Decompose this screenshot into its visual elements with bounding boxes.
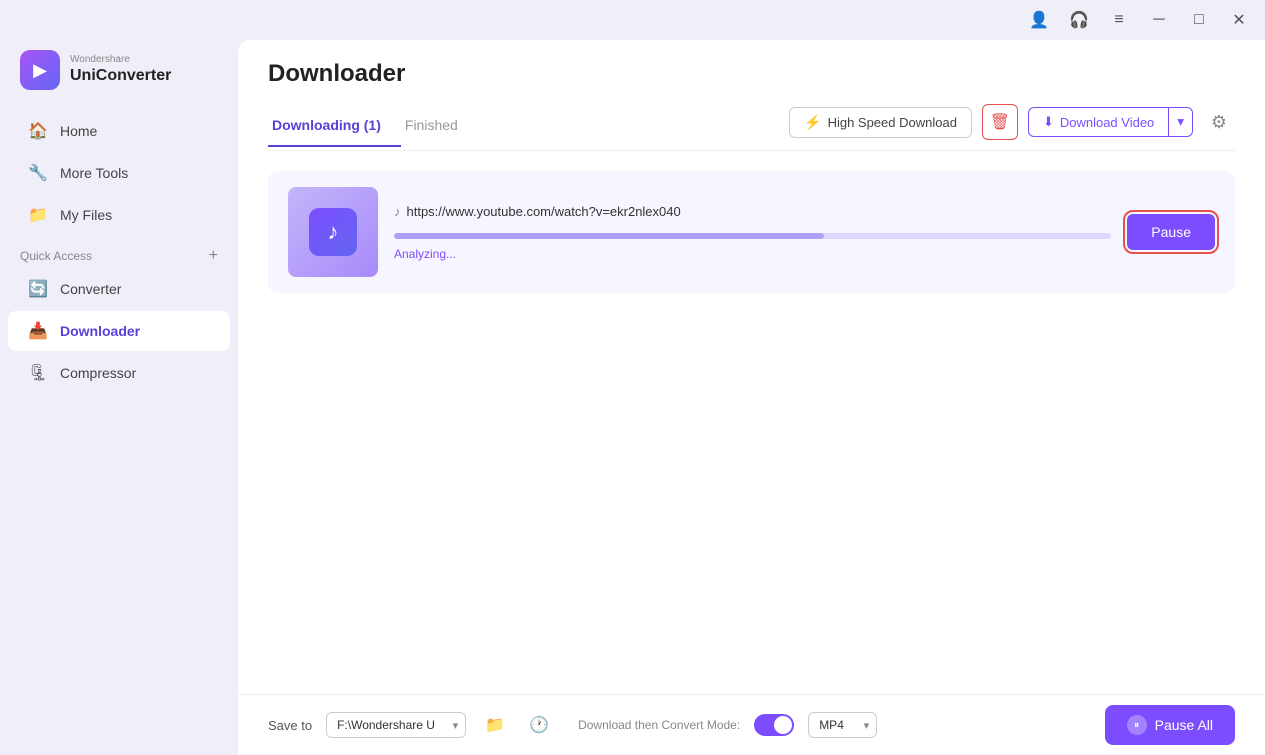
trash-icon: 🗑 (990, 112, 1010, 132)
app-logo-icon: ▶ (20, 50, 60, 90)
compressor-icon: 🗜 (28, 363, 48, 383)
history-button[interactable]: 🕐 (524, 710, 554, 740)
minimize-button[interactable]: ─ (1143, 4, 1175, 36)
download-video-button[interactable]: ⬇ Download Video (1028, 107, 1169, 137)
high-speed-download-button[interactable]: ⚡ High Speed Download (789, 107, 972, 138)
main-content: Downloader Downloading (1) Finished ⚡ Hi… (238, 40, 1265, 755)
sidebar-item-home[interactable]: 🏠 Home (8, 111, 230, 151)
toolbar-right: ⚡ High Speed Download 🗑 ⬇ Download Video… (789, 104, 1235, 150)
titlebar: 👤 🎧 ≡ ─ □ ✕ (0, 0, 1265, 40)
save-path-select[interactable]: F:\Wondershare U (326, 712, 466, 738)
sidebar-item-label: Downloader (60, 323, 140, 339)
clock-icon: 🕐 (529, 715, 549, 735)
table-row: ♪ ♪ https://www.youtube.com/watch?v=ekr2… (268, 171, 1235, 293)
settings-button[interactable]: ⚙ (1203, 106, 1235, 138)
music-note-icon: ♪ (394, 204, 401, 219)
sidebar-item-converter[interactable]: 🔄 Converter (8, 269, 230, 309)
sidebar-item-label: Home (60, 123, 97, 139)
pause-button[interactable]: Pause (1127, 214, 1215, 250)
format-select[interactable]: MP4 MP3 MKV AVI (808, 712, 877, 738)
progress-bar-bg (394, 233, 1111, 239)
home-icon: 🏠 (28, 121, 48, 141)
save-path-wrapper: F:\Wondershare U (326, 712, 466, 738)
profile-icon[interactable]: 👤 (1023, 4, 1055, 36)
tab-finished[interactable]: Finished (401, 109, 478, 147)
page-title: Downloader (268, 60, 1235, 88)
sidebar-item-my-files[interactable]: 📁 My Files (8, 195, 230, 235)
pause-all-icon: ⏸ (1127, 715, 1147, 735)
menu-icon[interactable]: ≡ (1103, 4, 1135, 36)
status-text: Analyzing... (394, 247, 1111, 261)
footer: Save to F:\Wondershare U 📁 🕐 Download th… (238, 694, 1265, 755)
folder-icon: 📁 (485, 715, 505, 735)
download-list: ♪ ♪ https://www.youtube.com/watch?v=ekr2… (238, 151, 1265, 694)
chevron-down-icon: ▾ (1177, 114, 1184, 130)
my-files-icon: 📁 (28, 205, 48, 225)
sidebar-item-label: Converter (60, 281, 121, 297)
delete-button[interactable]: 🗑 (982, 104, 1018, 140)
lightning-icon: ⚡ (804, 114, 821, 131)
item-url: ♪ https://www.youtube.com/watch?v=ekr2nl… (394, 204, 1111, 219)
sidebar-item-compressor[interactable]: 🗜 Compressor (8, 353, 230, 393)
progress-bar-fill (394, 233, 824, 239)
logo-text: Wondershare UniConverter (70, 54, 171, 85)
music-thumb-icon: ♪ (309, 208, 357, 256)
brand-name: Wondershare (70, 54, 171, 66)
sidebar-item-label: More Tools (60, 165, 128, 181)
sidebar-item-label: Compressor (60, 365, 136, 381)
sidebar-item-label: My Files (60, 207, 112, 223)
quick-access-section: Quick Access + (0, 236, 238, 268)
sidebar-item-more-tools[interactable]: 🔧 More Tools (8, 153, 230, 193)
support-icon[interactable]: 🎧 (1063, 4, 1095, 36)
close-button[interactable]: ✕ (1223, 4, 1255, 36)
convert-mode-toggle[interactable] (754, 714, 794, 736)
logo-area: ▶ Wondershare UniConverter (0, 40, 238, 110)
pause-all-button[interactable]: ⏸ Pause All (1105, 705, 1235, 745)
converter-icon: 🔄 (28, 279, 48, 299)
tabs-toolbar: Downloading (1) Finished ⚡ High Speed Do… (268, 104, 1235, 151)
quick-access-label: Quick Access (20, 249, 92, 263)
save-to-label: Save to (268, 718, 312, 733)
convert-mode-label: Download then Convert Mode: (578, 718, 740, 732)
folder-button[interactable]: 📁 (480, 710, 510, 740)
content-header: Downloader Downloading (1) Finished ⚡ Hi… (238, 40, 1265, 151)
item-info: ♪ https://www.youtube.com/watch?v=ekr2nl… (394, 204, 1111, 261)
item-thumbnail: ♪ (288, 187, 378, 277)
more-tools-icon: 🔧 (28, 163, 48, 183)
maximize-button[interactable]: □ (1183, 4, 1215, 36)
downloader-icon: 📥 (28, 321, 48, 341)
app-name: UniConverter (70, 66, 171, 85)
app-body: ▶ Wondershare UniConverter 🏠 Home 🔧 More… (0, 40, 1265, 755)
quick-access-add-button[interactable]: + (209, 248, 218, 264)
download-icon: ⬇ (1043, 114, 1054, 130)
format-select-wrapper: MP4 MP3 MKV AVI (808, 712, 877, 738)
tab-downloading[interactable]: Downloading (1) (268, 109, 401, 147)
sidebar-item-downloader[interactable]: 📥 Downloader (8, 311, 230, 351)
sidebar: ▶ Wondershare UniConverter 🏠 Home 🔧 More… (0, 40, 238, 755)
download-video-btn-group: ⬇ Download Video ▾ (1028, 107, 1193, 137)
download-video-chevron-button[interactable]: ▾ (1169, 107, 1193, 137)
